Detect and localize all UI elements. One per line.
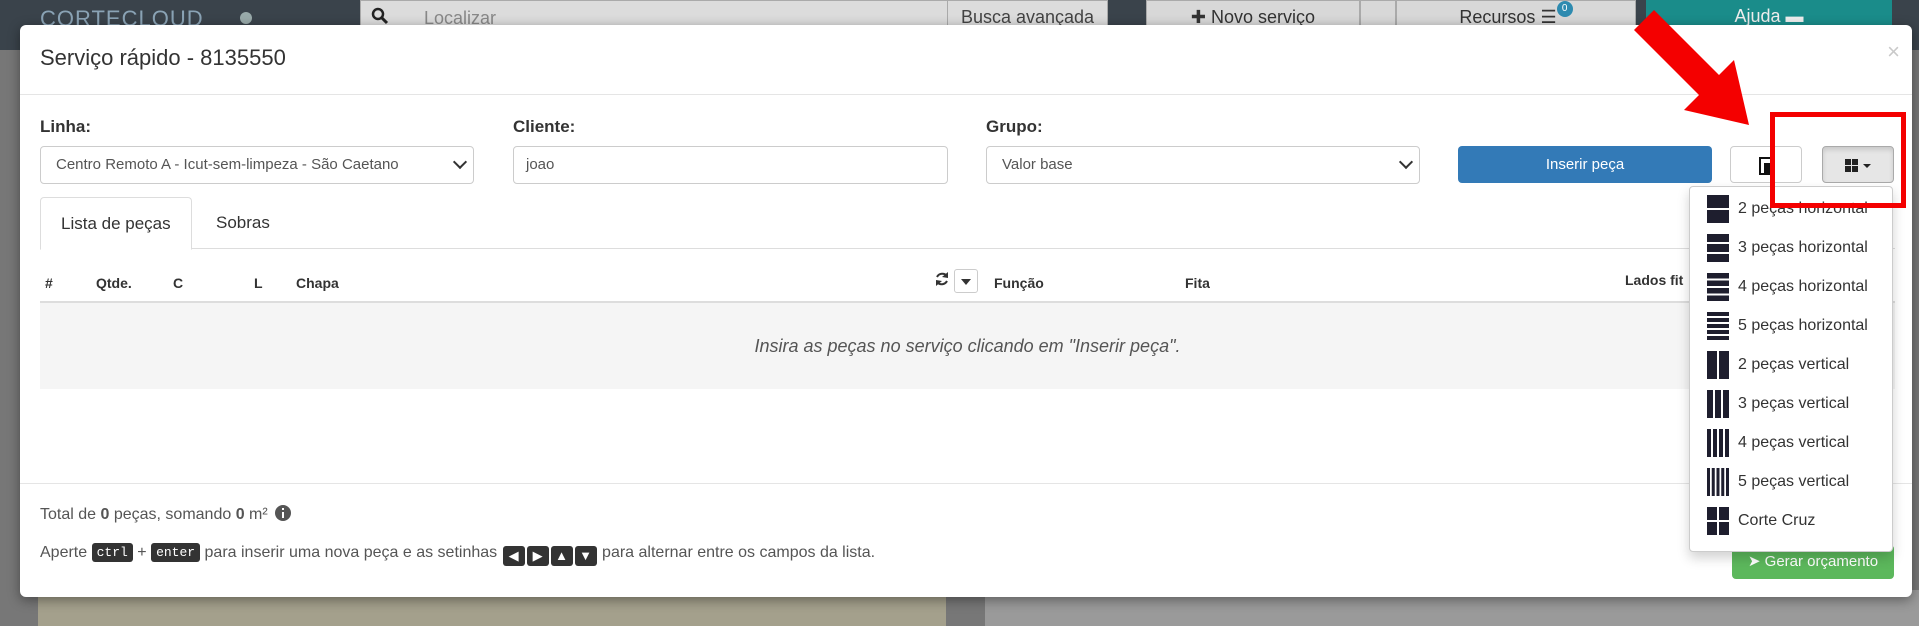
- arrow-right-icon: ▶: [526, 546, 549, 566]
- ctrl-key: ctrl: [91, 543, 133, 562]
- menu-item-2-horizontal[interactable]: 2 peças horizontal: [1690, 187, 1894, 226]
- menu-item-label: 5 peças horizontal: [1738, 317, 1868, 334]
- column-header-qtde: Qtde.: [96, 275, 132, 291]
- menu-item-5-vertical[interactable]: 5 peças vertical: [1690, 460, 1894, 499]
- split-layout-menu: 2 peças horizontal 3 peças horizontal 4 …: [1689, 186, 1893, 552]
- grid-icon: [1845, 159, 1871, 172]
- menu-item-cross-cut[interactable]: Corte Cruz: [1690, 499, 1894, 538]
- hint-plus: +: [137, 544, 147, 561]
- help-label: Ajuda: [1734, 6, 1781, 26]
- menu-item-2-vertical[interactable]: 2 peças vertical: [1690, 343, 1894, 382]
- cliente-label: Cliente:: [513, 117, 576, 136]
- split-3-vertical-icon: [1707, 390, 1729, 418]
- document-icon: [1759, 157, 1773, 175]
- menu-item-label: 3 peças horizontal: [1738, 239, 1868, 256]
- hint-middle: para inserir uma nova peça e as setinhas: [204, 544, 498, 561]
- report-button[interactable]: [1730, 146, 1802, 183]
- tab-bar: Lista de peças Sobras: [40, 197, 1895, 250]
- refresh-icon[interactable]: [934, 271, 950, 287]
- total-unit: m²: [244, 506, 268, 523]
- cliente-value: joao: [526, 156, 555, 173]
- column-header-funcao: Função: [994, 275, 1044, 291]
- column-header-chapa: Chapa: [296, 275, 339, 291]
- linha-value: Centro Remoto A - Icut-sem-limpeza - São…: [56, 156, 399, 173]
- menu-item-label: 3 peças vertical: [1738, 395, 1850, 412]
- menu-item-3-horizontal[interactable]: 3 peças horizontal: [1690, 226, 1894, 265]
- linha-label: Linha:: [40, 117, 91, 136]
- menu-item-label: 4 peças horizontal: [1738, 278, 1868, 295]
- modal-title: Serviço rápido - 8135550: [40, 45, 286, 70]
- column-header-lados-fita: Lados fit: [1625, 272, 1684, 288]
- chevron-down-icon: [1398, 154, 1414, 170]
- grupo-value: Valor base: [1002, 156, 1073, 173]
- footer-divider: [20, 483, 1912, 484]
- close-icon[interactable]: ×: [1887, 39, 1900, 65]
- linha-select[interactable]: Centro Remoto A - Icut-sem-limpeza - São…: [40, 146, 474, 184]
- grupo-label: Grupo:: [986, 117, 1043, 136]
- enter-key: enter: [151, 543, 201, 562]
- empty-table-message: Insira as peças no serviço clicando em "…: [40, 303, 1895, 389]
- menu-item-label: 4 peças vertical: [1738, 434, 1850, 451]
- caret-down-icon: [961, 279, 971, 285]
- tab-sobras[interactable]: Sobras: [196, 197, 290, 250]
- menu-item-5-horizontal[interactable]: 5 peças horizontal: [1690, 304, 1894, 343]
- plus-icon: ✚: [1190, 7, 1212, 27]
- column-header-num: #: [45, 275, 53, 291]
- search-icon: [371, 7, 389, 25]
- resources-label: Recursos: [1459, 7, 1536, 27]
- chevron-down-icon: [452, 154, 468, 170]
- quick-service-modal: Serviço rápido - 8135550 × Linha: Centro…: [20, 25, 1912, 597]
- menu-item-label: Corte Cruz: [1738, 512, 1816, 529]
- menu-item-4-horizontal[interactable]: 4 peças horizontal: [1690, 265, 1894, 304]
- total-middle: peças, somando: [109, 506, 236, 523]
- modal-header: Serviço rápido - 8135550 ×: [20, 25, 1912, 95]
- tab-lista-de-pecas[interactable]: Lista de peças: [40, 197, 192, 250]
- column-header-l: L: [254, 275, 263, 291]
- menu-icon: ☰: [1540, 7, 1557, 27]
- split-3-horizontal-icon: [1707, 234, 1729, 262]
- chapa-options-dropdown[interactable]: [954, 269, 978, 293]
- grupo-select[interactable]: Valor base: [986, 146, 1420, 184]
- send-icon: ➤: [1747, 553, 1765, 570]
- hint-prefix: Aperte: [40, 544, 88, 561]
- menu-item-3-vertical[interactable]: 3 peças vertical: [1690, 382, 1894, 421]
- split-4-horizontal-icon: [1707, 273, 1729, 301]
- split-2-horizontal-icon: [1707, 195, 1729, 223]
- split-5-horizontal-icon: [1707, 312, 1729, 340]
- new-service-label: Novo serviço: [1211, 7, 1316, 27]
- hint-suffix: para alternar entre os campos da lista.: [602, 544, 876, 561]
- resources-badge: 0: [1556, 1, 1573, 17]
- column-header-c: C: [173, 275, 184, 291]
- split-layout-button[interactable]: [1822, 146, 1894, 183]
- insert-piece-button[interactable]: Inserir peça: [1458, 146, 1712, 183]
- menu-item-label: 5 peças vertical: [1738, 473, 1850, 490]
- cliente-input[interactable]: joao: [513, 146, 948, 184]
- arrow-down-icon: ▼: [574, 546, 597, 566]
- column-header-fita: Fita: [1185, 275, 1210, 291]
- split-5-vertical-icon: [1707, 468, 1729, 496]
- menu-item-label: 2 peças horizontal: [1738, 200, 1868, 217]
- split-4-vertical-icon: [1707, 429, 1729, 457]
- cross-cut-icon: [1707, 507, 1729, 535]
- keyboard-hint: Aperte ctrl + enter para inserir uma nov…: [40, 543, 875, 566]
- arrow-left-icon: ◀: [502, 546, 525, 566]
- generate-quote-label: Gerar orçamento: [1764, 553, 1879, 570]
- menu-item-label: 2 peças vertical: [1738, 356, 1850, 373]
- info-icon[interactable]: [275, 505, 292, 521]
- menu-item-4-vertical[interactable]: 4 peças vertical: [1690, 421, 1894, 460]
- split-2-vertical-icon: [1707, 351, 1729, 379]
- arrow-up-icon: ▲: [550, 546, 573, 566]
- total-area: 0: [235, 506, 245, 523]
- status-dot: [240, 12, 252, 24]
- total-prefix: Total de: [40, 506, 101, 523]
- total-summary: Total de 0 peças, somando 0 m²: [40, 505, 292, 524]
- chat-icon: ▬: [1785, 6, 1804, 26]
